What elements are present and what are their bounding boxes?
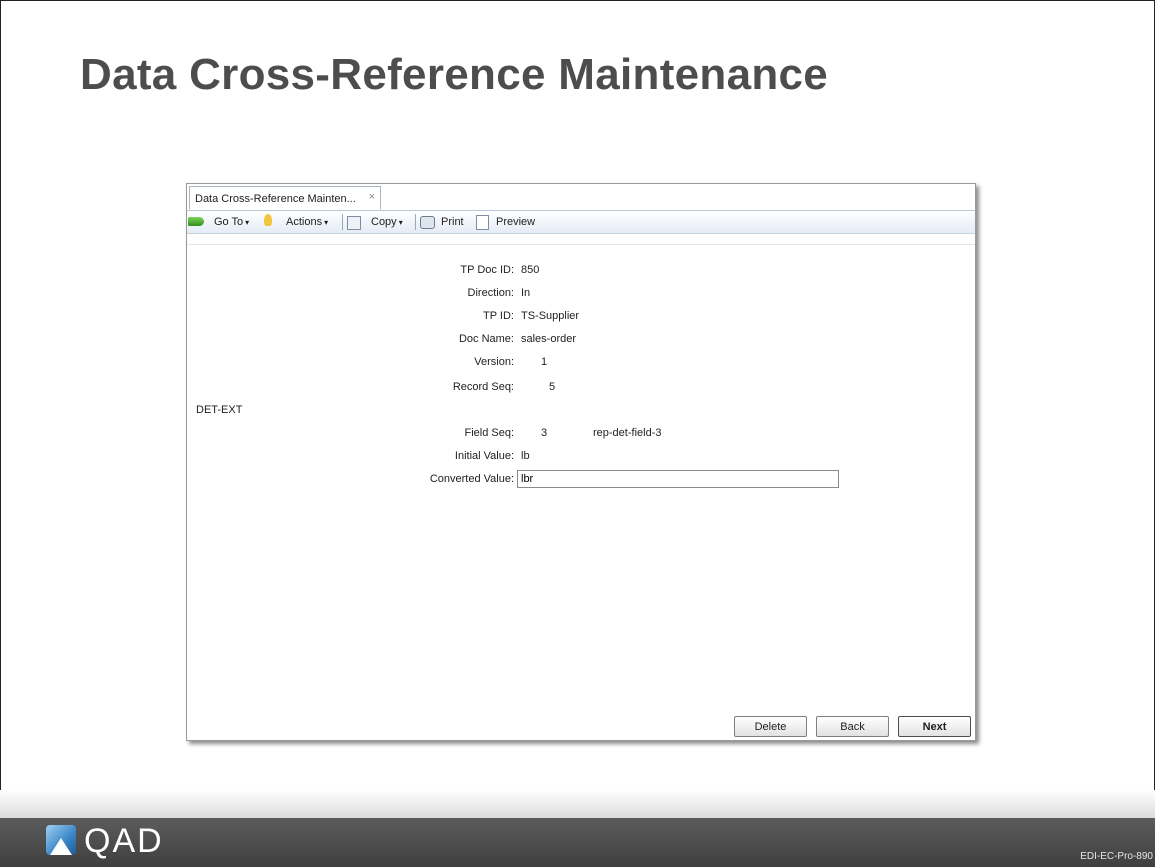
go-to-icon: [188, 217, 204, 226]
record-seq-label: Record Seq:: [452, 381, 514, 393]
record-seq-value: 5: [549, 381, 556, 393]
field-seq-name: rep-det-field-3: [593, 427, 662, 439]
qad-logo-icon: [46, 825, 76, 855]
go-to-menu[interactable]: Go To ▾: [214, 216, 249, 228]
go-to-label: Go To: [214, 216, 244, 228]
preview-icon: [476, 215, 489, 230]
tp-doc-id-value: 850: [521, 264, 540, 276]
doc-name-label: Doc Name:: [458, 333, 514, 345]
tp-doc-id-label: TP Doc ID:: [460, 264, 514, 276]
tp-id-label: TP ID:: [483, 310, 514, 322]
doc-name-value: sales-order: [521, 333, 577, 345]
footer-bar: [0, 818, 1155, 867]
direction-label: Direction:: [467, 287, 514, 299]
version-label: Version:: [474, 356, 514, 368]
footer-fade: [0, 790, 1155, 820]
chevron-down-icon: ▾: [245, 218, 250, 227]
printer-icon: [420, 216, 435, 229]
version-value: 1: [541, 356, 548, 368]
back-button[interactable]: Back: [816, 716, 889, 737]
chevron-down-icon: ▾: [324, 218, 329, 227]
field-seq-value: 3: [541, 427, 548, 439]
qad-logo-text: QAD: [84, 822, 164, 860]
actions-label: Actions: [286, 216, 323, 228]
toolbar: Go To ▾ Actions ▾ Copy ▾ Print Preview: [187, 211, 975, 234]
preview-button[interactable]: Preview: [496, 216, 535, 228]
toolbar-separator: [342, 214, 343, 230]
print-button[interactable]: Print: [441, 216, 464, 228]
delete-button[interactable]: Delete: [734, 716, 807, 737]
initial-value-label: Initial Value:: [454, 450, 514, 462]
close-icon[interactable]: ×: [369, 191, 375, 203]
direction-value: In: [521, 287, 531, 299]
initial-value-value: lb: [521, 450, 530, 462]
copy-label: Copy: [371, 216, 397, 228]
tab-data-cross-reference[interactable]: Data Cross-Reference Mainten... ×: [189, 186, 381, 210]
converted-value-input[interactable]: [517, 470, 839, 488]
section-label-det-ext: DET-EXT: [196, 404, 243, 416]
copy-menu[interactable]: Copy ▾: [371, 216, 403, 228]
converted-value-label: Converted Value:: [429, 473, 514, 485]
field-seq-label: Field Seq:: [464, 427, 514, 439]
tab-label: Data Cross-Reference Mainten...: [195, 193, 356, 205]
slide-code: EDI-EC-Pro-890: [1080, 851, 1153, 862]
lightbulb-icon: [264, 214, 272, 226]
toolbar-separator: [415, 214, 416, 230]
tp-id-value: TS-Supplier: [521, 310, 580, 322]
application-window: Data Cross-Reference Mainten... × Go To ▾…: [186, 183, 976, 741]
slide-title: Data Cross-Reference Maintenance: [80, 50, 829, 99]
chevron-down-icon: ▾: [398, 218, 403, 227]
next-button[interactable]: Next: [898, 716, 971, 737]
copy-icon: [347, 216, 361, 230]
tab-strip: Data Cross-Reference Mainten... ×: [187, 184, 975, 211]
content-divider: [187, 244, 975, 245]
actions-menu[interactable]: Actions ▾: [286, 216, 328, 228]
